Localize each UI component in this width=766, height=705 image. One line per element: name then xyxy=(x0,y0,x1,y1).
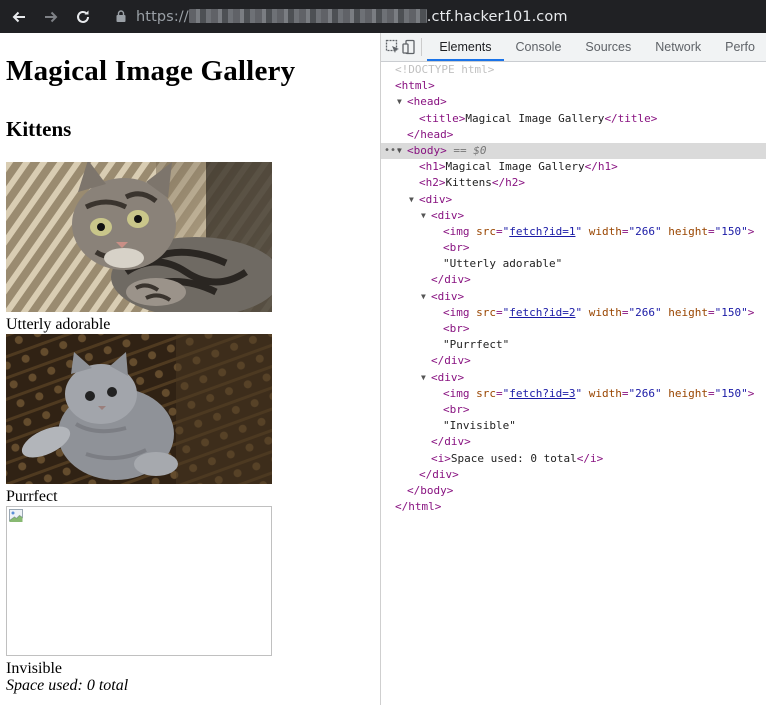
address-bar[interactable]: https:// .ctf.hacker101.com xyxy=(104,3,766,30)
dom-div-1-open[interactable]: ▼ <div> xyxy=(381,208,766,224)
reload-icon xyxy=(77,10,89,23)
img-src-link-2[interactable]: fetch?id=2 xyxy=(509,306,575,319)
dom-div-2-close[interactable]: </div> xyxy=(381,353,766,369)
expand-triangle-icon[interactable]: ▼ xyxy=(409,192,414,208)
page-heading: Magical Image Gallery xyxy=(6,55,296,87)
expand-triangle-icon[interactable]: ▼ xyxy=(397,143,402,159)
kitten-image-1[interactable] xyxy=(6,162,272,312)
dom-br-2[interactable]: <br> xyxy=(381,321,766,337)
dom-html-open[interactable]: <html> xyxy=(381,78,766,94)
url-host: .ctf.hacker101.com xyxy=(426,8,568,25)
dom-div-2-open[interactable]: ▼ <div> xyxy=(381,289,766,305)
dom-div-3-open[interactable]: ▼ <div> xyxy=(381,370,766,386)
expand-triangle-icon[interactable]: ▼ xyxy=(421,289,426,305)
dom-br-3[interactable]: <br> xyxy=(381,402,766,418)
dom-div-outer-close[interactable]: </div> xyxy=(381,467,766,483)
device-toolbar-icon[interactable] xyxy=(401,34,417,60)
url-text: https:// .ctf.hacker101.com xyxy=(136,8,568,25)
tab-sources[interactable]: Sources xyxy=(573,33,643,61)
dom-title[interactable]: <title>Magical Image Gallery</title> xyxy=(381,111,766,127)
expand-triangle-icon[interactable]: ▼ xyxy=(397,94,402,110)
dom-div-1-close[interactable]: </div> xyxy=(381,272,766,288)
dom-img-3[interactable]: <img src="fetch?id=3" width="266" height… xyxy=(381,386,766,402)
page-subheading: Kittens xyxy=(6,117,72,141)
caption-1: Utterly adorable xyxy=(6,316,111,333)
caption-3: Invisible xyxy=(6,660,62,677)
expand-triangle-icon[interactable]: ▼ xyxy=(421,370,426,386)
dom-h2[interactable]: <h2>Kittens</h2> xyxy=(381,175,766,191)
caption-2: Purrfect xyxy=(6,488,58,505)
tab-console[interactable]: Console xyxy=(504,33,574,61)
kitten-image-3-broken[interactable] xyxy=(6,506,272,656)
devtools-toolbar: Elements Console Sources Network Perfo xyxy=(381,33,766,62)
dom-html-close[interactable]: </html> xyxy=(381,499,766,515)
dom-text-3[interactable]: "Invisible" xyxy=(381,418,766,434)
img-src-link-1[interactable]: fetch?id=1 xyxy=(509,225,575,238)
tab-elements[interactable]: Elements xyxy=(427,33,504,61)
dom-body-open[interactable]: ••• ▼ <body> == $0 xyxy=(381,142,766,160)
dom-i[interactable]: <i>Space used: 0 total</i> xyxy=(381,451,766,467)
page-content: Magical Image Gallery Kittens Utterly ad… xyxy=(0,33,380,705)
devtools-panel: Elements Console Sources Network Perfo <… xyxy=(380,33,766,705)
dom-img-1[interactable]: <img src="fetch?id=1" width="266" height… xyxy=(381,224,766,240)
url-scheme: https:// xyxy=(136,8,189,25)
dom-text-2[interactable]: "Purrfect" xyxy=(381,337,766,353)
dom-body-close[interactable]: </body> xyxy=(381,483,766,499)
arrow-left-icon xyxy=(12,11,25,22)
forward-button[interactable] xyxy=(40,6,62,28)
browser-toolbar: https:// .ctf.hacker101.com xyxy=(0,0,766,33)
dom-doctype[interactable]: <!DOCTYPE html> xyxy=(381,62,766,78)
dom-div-outer-open[interactable]: ▼ <div> xyxy=(381,192,766,208)
inspect-element-icon[interactable] xyxy=(385,34,401,60)
back-button[interactable] xyxy=(8,6,30,28)
reload-button[interactable] xyxy=(72,6,94,28)
expand-triangle-icon[interactable]: ▼ xyxy=(421,208,426,224)
dom-h1[interactable]: <h1>Magical Image Gallery</h1> xyxy=(381,159,766,175)
lock-icon xyxy=(116,7,126,26)
dom-head-close[interactable]: </head> xyxy=(381,127,766,143)
space-used-text: Space used: 0 total xyxy=(6,677,129,694)
dom-head-open[interactable]: ▼ <head> xyxy=(381,94,766,110)
broken-image-icon xyxy=(8,508,24,528)
dom-br-1[interactable]: <br> xyxy=(381,240,766,256)
url-redacted-segment xyxy=(188,8,427,23)
dom-text-1[interactable]: "Utterly adorable" xyxy=(381,256,766,272)
tab-network[interactable]: Network xyxy=(643,33,713,61)
tab-performance[interactable]: Perfo xyxy=(713,33,766,61)
kitten-image-2[interactable] xyxy=(6,334,272,484)
dom-img-2[interactable]: <img src="fetch?id=2" width="266" height… xyxy=(381,305,766,321)
dom-div-3-close[interactable]: </div> xyxy=(381,434,766,450)
dom-tree: <!DOCTYPE html> <html> ▼ <head> <title>Ma… xyxy=(381,62,766,515)
arrow-right-icon xyxy=(45,11,58,22)
img-src-link-3[interactable]: fetch?id=3 xyxy=(509,387,575,400)
